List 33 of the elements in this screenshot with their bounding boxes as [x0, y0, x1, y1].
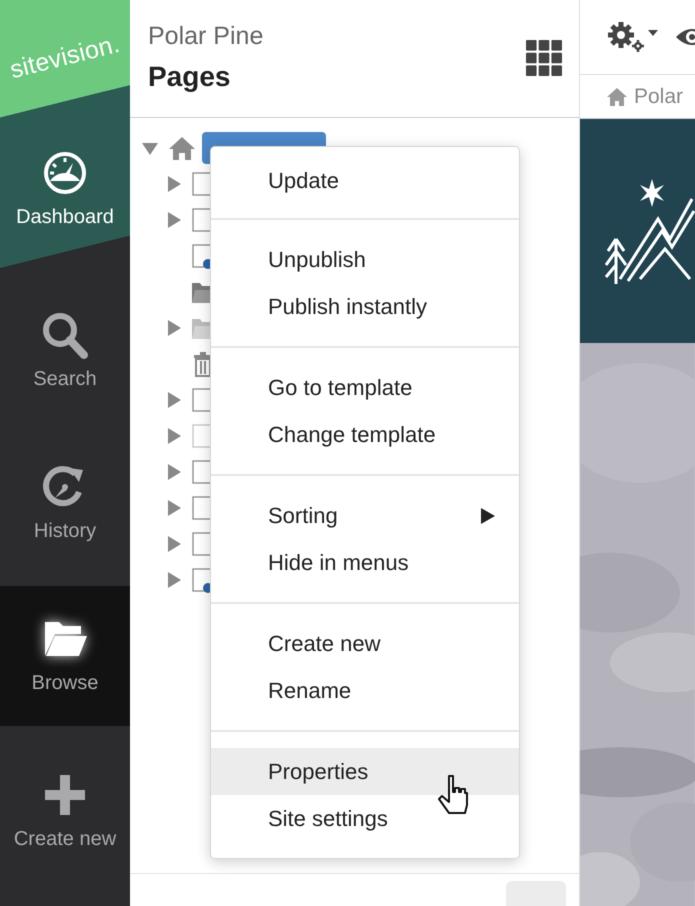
menu-item[interactable]: Sorting — [211, 492, 519, 539]
collapse-arrow-icon[interactable] — [142, 140, 158, 156]
menu-item[interactable]: Go to template — [211, 364, 519, 411]
grid-icon[interactable] — [526, 40, 562, 76]
expand-arrow-icon[interactable] — [166, 320, 182, 336]
nav-item[interactable]: Search — [0, 278, 130, 432]
nav-item[interactable]: Browse — [0, 586, 130, 726]
panel-title: Pages — [148, 61, 232, 93]
expand-arrow-icon[interactable] — [166, 392, 182, 408]
menu-item[interactable]: Unpublish — [211, 236, 519, 283]
menu-item[interactable]: Change template — [211, 411, 519, 458]
menu-item[interactable]: Site settings — [211, 795, 519, 842]
nav-item[interactable]: History — [0, 432, 130, 586]
expand-arrow-icon[interactable] — [166, 500, 182, 516]
site-name: Polar Pine — [148, 22, 264, 51]
home-icon — [606, 86, 628, 106]
settings-icon[interactable] — [605, 20, 661, 54]
menu-item[interactable]: Rename — [211, 667, 519, 714]
expand-arrow-icon[interactable] — [166, 176, 182, 192]
menu-item[interactable]: Hide in menus — [211, 539, 519, 586]
expand-arrow-icon[interactable] — [166, 212, 182, 228]
nav-item[interactable]: Dashboard — [0, 108, 130, 278]
menu-item[interactable]: Create new — [211, 620, 519, 667]
menu-item[interactable]: Update — [211, 157, 519, 204]
menu-item[interactable]: Properties — [211, 748, 519, 795]
expand-arrow-icon[interactable] — [166, 464, 182, 480]
nav-item[interactable]: Create new — [0, 726, 130, 906]
expand-arrow-icon[interactable] — [166, 536, 182, 552]
home-icon — [168, 135, 196, 161]
expand-arrow-icon[interactable] — [166, 428, 182, 444]
expand-arrow-icon[interactable] — [166, 572, 182, 588]
breadcrumb-link[interactable]: Polar — [634, 84, 684, 108]
menu-item[interactable]: Publish instantly — [211, 283, 519, 330]
